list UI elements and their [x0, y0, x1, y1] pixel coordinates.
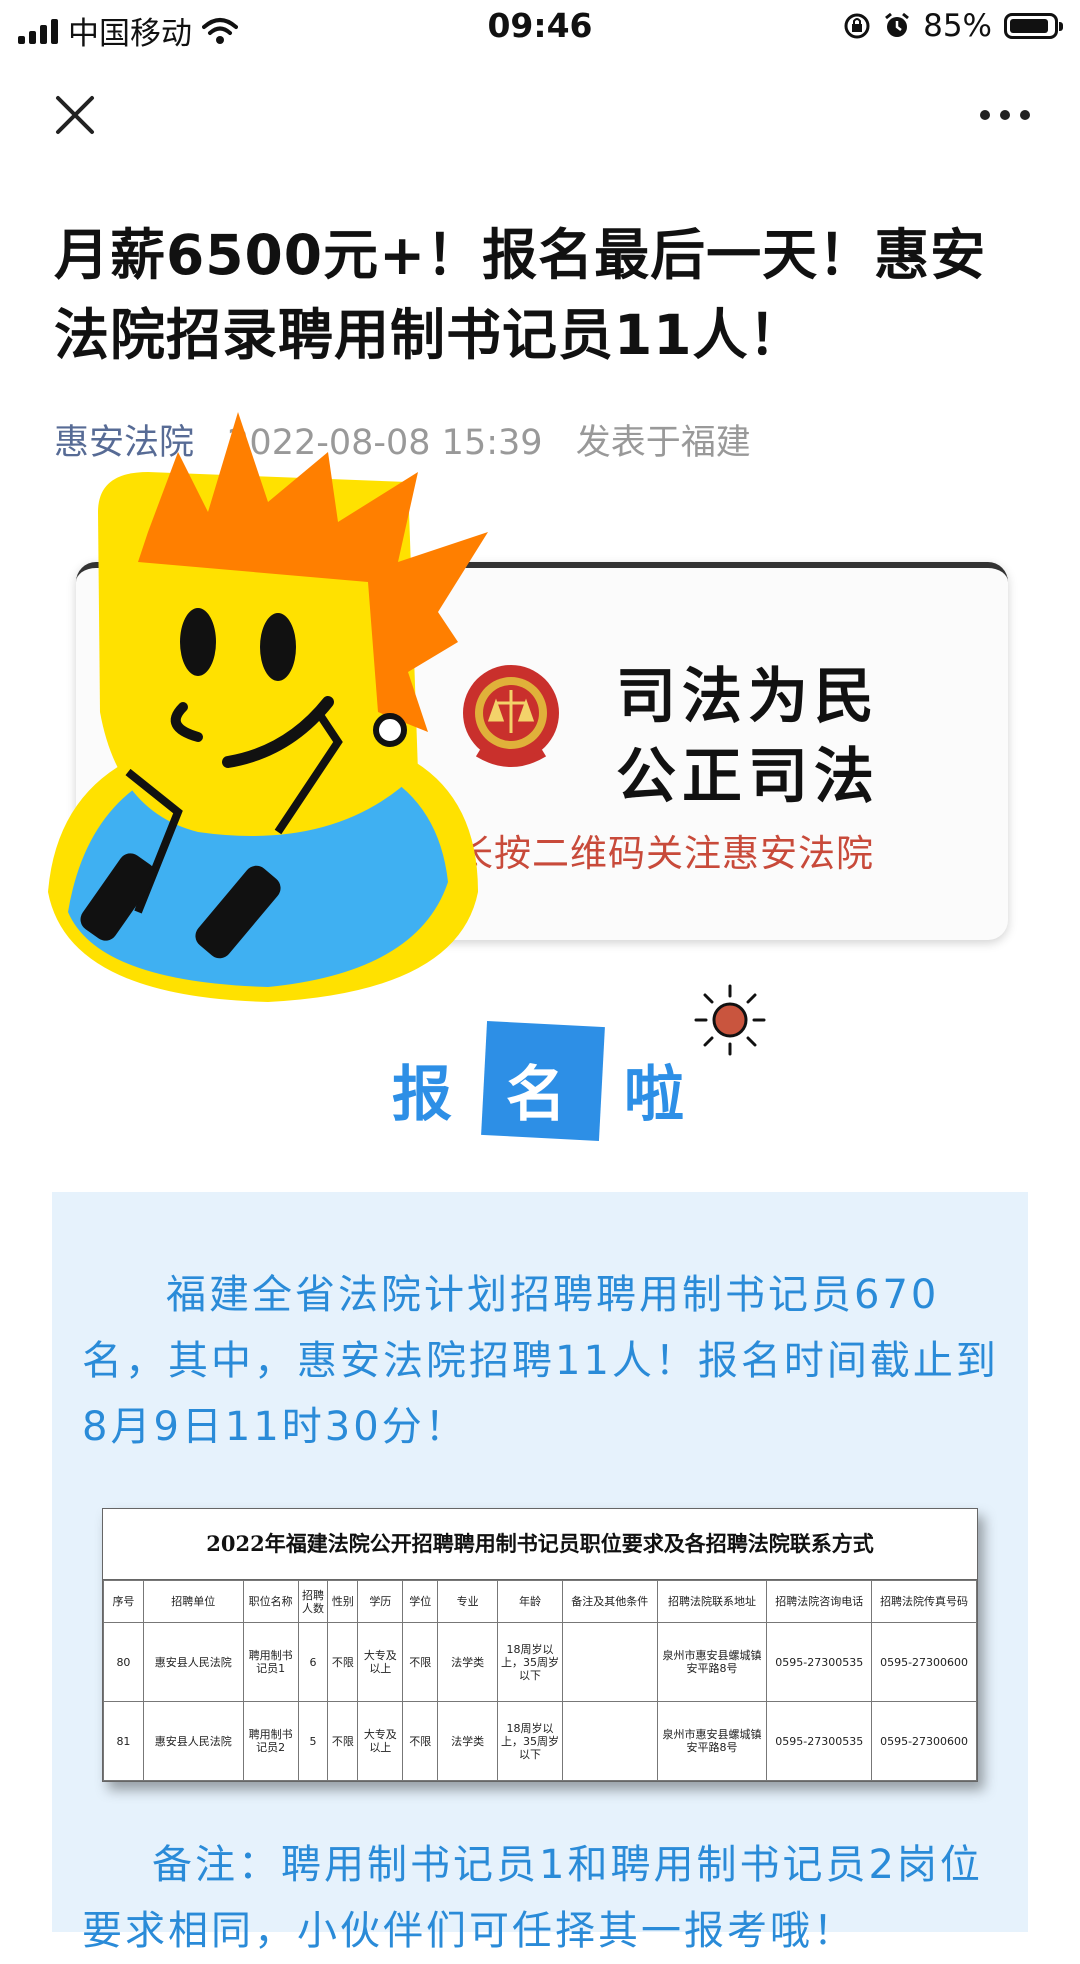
- note-paragraph: 备注：聘用制书记员1和聘用制书记员2岗位要求相同，小伙伴们可任择其一报考哦！: [82, 1842, 983, 1954]
- table-header-cell: 年龄: [497, 1580, 563, 1623]
- table-cell: 5: [297, 1701, 329, 1781]
- table-cell: 法学类: [437, 1622, 499, 1702]
- table-cell: 惠安县人民法院: [142, 1701, 244, 1781]
- table-header-cell: 职位名称: [242, 1580, 299, 1623]
- table-cell: [561, 1622, 658, 1702]
- table-header-cell: 序号: [103, 1580, 144, 1623]
- alarm-icon: [885, 12, 910, 37]
- recruitment-table-image[interactable]: 2022年福建法院公开招聘聘用制书记员职位要求及各招聘法院联系方式 序号 招聘单位…: [102, 1508, 978, 1782]
- table-cell: 0595-27300600: [871, 1701, 977, 1781]
- table-header-cell: 招聘人数: [297, 1580, 329, 1623]
- table-title: 2022年福建法院公开招聘聘用制书记员职位要求及各招聘法院联系方式: [103, 1509, 977, 1580]
- publish-location: 发表于福建: [575, 423, 751, 463]
- banner-slogan-1: 司法为民: [616, 662, 880, 732]
- cartoon-mascot-sticker: [48, 412, 488, 1002]
- table-cell: 6: [297, 1622, 329, 1702]
- table-cell: 0595-27300535: [766, 1622, 873, 1702]
- table-row: 81 惠安县人民法院 聘用制书记员2 5 不限 大专及以上 不限 法学类 18周岁以上，35周岁…: [103, 1701, 977, 1781]
- table-cell: 18周岁以上，35周岁以下: [497, 1622, 563, 1702]
- table-cell: 不限: [402, 1622, 439, 1702]
- banner-slogan-2: 公正司法: [616, 742, 880, 812]
- table-header-cell: 招聘单位: [142, 1580, 244, 1623]
- table-header-row: 序号 招聘单位 职位名称 招聘人数 性别 学历 学位 专业 年龄 备注及其他条件 招聘法院联系地址招…: [103, 1580, 977, 1623]
- table-cell: 0595-27300535: [766, 1701, 873, 1781]
- table-cell: 不限: [402, 1701, 439, 1781]
- close-icon: [56, 96, 94, 134]
- table-cell: [561, 1701, 658, 1781]
- table-row: 80 惠安县人民法院 聘用制书记员1 6 不限 大专及以上 不限 法学类 18周岁以上，35周岁…: [103, 1622, 977, 1702]
- table-header-cell: 专业: [437, 1580, 499, 1623]
- more-icon: [980, 110, 990, 120]
- table-cell: 法学类: [437, 1701, 499, 1781]
- table-header-cell: 性别: [327, 1580, 359, 1623]
- table-header-cell: 招聘法院咨询电话: [766, 1580, 873, 1623]
- sun-doodle-icon: [694, 984, 766, 1056]
- table-cell: 0595-27300600: [871, 1622, 977, 1702]
- intro-paragraph: 福建全省法院计划招聘聘用制书记员670名，其中，惠安法院招聘11人！报名时间截止…: [82, 1272, 999, 1450]
- status-bar: 中国移动 09:46 85%: [0, 0, 1080, 54]
- battery-percent: 85%: [923, 8, 992, 44]
- table-header-cell: 备注及其他条件: [561, 1580, 658, 1623]
- table-cell: 泉州市惠安县螺城镇安平路8号: [656, 1701, 768, 1781]
- rotation-lock-icon: [844, 13, 870, 39]
- article-content: 福建全省法院计划招聘聘用制书记员670名，其中，惠安法院招聘11人！报名时间截止…: [52, 1192, 1028, 1954]
- more-button[interactable]: [974, 98, 1036, 132]
- recruitment-table: 序号 招聘单位 职位名称 招聘人数 性别 学历 学位 专业 年龄 备注及其他条件 招聘法院联系地址招…: [103, 1580, 977, 1781]
- table-cell: 大专及以上: [357, 1701, 404, 1781]
- table-header-cell: 招聘法院联系地址: [656, 1580, 768, 1623]
- table-cell: 不限: [327, 1622, 359, 1702]
- table-cell: 80: [103, 1622, 144, 1702]
- close-button[interactable]: [44, 84, 106, 146]
- table-cell: 聘用制书记员2: [242, 1701, 299, 1781]
- table-header-cell: 学历: [357, 1580, 404, 1623]
- article-title: 月薪6500元+！报名最后一天！惠安法院招录聘用制书记员11人！: [54, 223, 987, 367]
- battery-icon: [1004, 13, 1063, 39]
- table-cell: 大专及以上: [357, 1622, 404, 1702]
- table-cell: 泉州市惠安县螺城镇安平路8号: [656, 1622, 768, 1702]
- table-cell: 81: [103, 1701, 144, 1781]
- table-cell: 惠安县人民法院: [142, 1622, 244, 1702]
- table-header-cell: 招聘法院传真号码: [871, 1580, 977, 1623]
- table-cell: 18周岁以上，35周岁以下: [497, 1701, 563, 1781]
- table-cell: 聘用制书记员1: [242, 1622, 299, 1702]
- nav-bar: [0, 70, 1080, 150]
- table-header-cell: 学位: [402, 1580, 439, 1623]
- table-cell: 不限: [327, 1701, 359, 1781]
